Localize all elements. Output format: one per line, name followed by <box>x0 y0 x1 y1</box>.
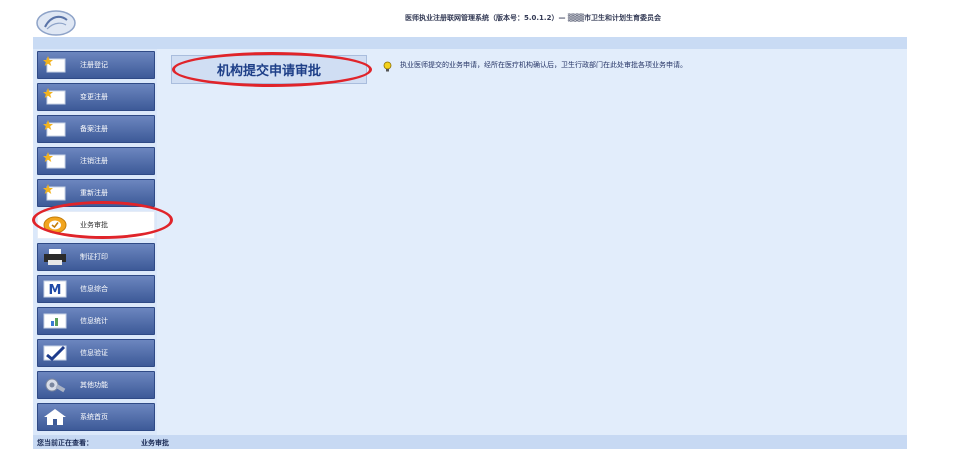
approval-badge-icon <box>42 215 68 235</box>
sidebar-item-label: 信息验证 <box>80 349 108 357</box>
header: 医师执业注册联网管理系统（版本号：5.0.1.2）— ▒▒▒市卫生和计划生育委员… <box>33 7 907 37</box>
status-value: 业务审批 <box>141 439 169 447</box>
sidebar-item-filing[interactable]: 备案注册 <box>37 115 155 143</box>
home-icon <box>42 407 68 427</box>
sidebar-item-cancel[interactable]: 注销注册 <box>37 147 155 175</box>
tools-icon <box>42 375 68 395</box>
sidebar: 注册登记 变更注册 备案注册 注销注册 重新注册 业务审批 制证打印 M 信息综… <box>33 49 157 435</box>
lightbulb-icon <box>382 57 393 72</box>
top-bar <box>33 37 907 49</box>
sidebar-item-label: 重新注册 <box>80 189 108 197</box>
status-label: 您当前正在查看： <box>37 439 93 447</box>
star-card-icon <box>42 119 68 139</box>
window-title: 医师执业注册联网管理系统（版本号：5.0.1.2）— ▒▒▒市卫生和计划生育委员… <box>405 14 662 22</box>
star-card-icon <box>42 55 68 75</box>
m-letter-icon: M <box>42 279 68 299</box>
sidebar-item-label: 信息综合 <box>80 285 108 293</box>
hint-text: 执业医师提交的业务申请，经所在医疗机构确认后，卫生行政部门在此处审批各项业务申请… <box>400 61 687 69</box>
institution-approval-tab[interactable]: 机构提交申请审批 <box>171 55 367 84</box>
check-mark-icon <box>42 343 68 363</box>
sidebar-item-label: 备案注册 <box>80 125 108 133</box>
status-bar: 您当前正在查看： 业务审批 <box>33 435 907 449</box>
sidebar-item-label: 制证打印 <box>80 253 108 261</box>
sidebar-item-label: 系统首页 <box>80 413 108 421</box>
svg-text:M: M <box>49 283 62 298</box>
sidebar-item-reregister[interactable]: 重新注册 <box>37 179 155 207</box>
star-card-icon <box>42 87 68 107</box>
sidebar-item-approval[interactable]: 业务审批 <box>37 211 155 239</box>
sidebar-item-label: 业务审批 <box>80 221 108 229</box>
star-card-icon <box>42 151 68 171</box>
sidebar-item-home[interactable]: 系统首页 <box>37 403 155 431</box>
sidebar-item-info-integrated[interactable]: M 信息综合 <box>37 275 155 303</box>
sidebar-item-label: 信息统计 <box>80 317 108 325</box>
sidebar-item-verify[interactable]: 信息验证 <box>37 339 155 367</box>
printer-icon <box>42 247 68 267</box>
sidebar-item-other[interactable]: 其他功能 <box>37 371 155 399</box>
stats-card-icon <box>42 311 68 331</box>
sidebar-item-label: 变更注册 <box>80 93 108 101</box>
main-panel: 机构提交申请审批 执业医师提交的业务申请，经所在医疗机构确认后，卫生行政部门在此… <box>157 49 907 435</box>
sidebar-item-change[interactable]: 变更注册 <box>37 83 155 111</box>
sidebar-item-label: 注册登记 <box>80 61 108 69</box>
sidebar-item-print[interactable]: 制证打印 <box>37 243 155 271</box>
sidebar-item-label: 注销注册 <box>80 157 108 165</box>
sidebar-item-register[interactable]: 注册登记 <box>37 51 155 79</box>
logo-icon <box>35 9 77 37</box>
sidebar-item-statistics[interactable]: 信息统计 <box>37 307 155 335</box>
sidebar-item-label: 其他功能 <box>80 381 108 389</box>
star-card-icon <box>42 183 68 203</box>
app-window: 医师执业注册联网管理系统（版本号：5.0.1.2）— ▒▒▒市卫生和计划生育委员… <box>32 7 907 449</box>
